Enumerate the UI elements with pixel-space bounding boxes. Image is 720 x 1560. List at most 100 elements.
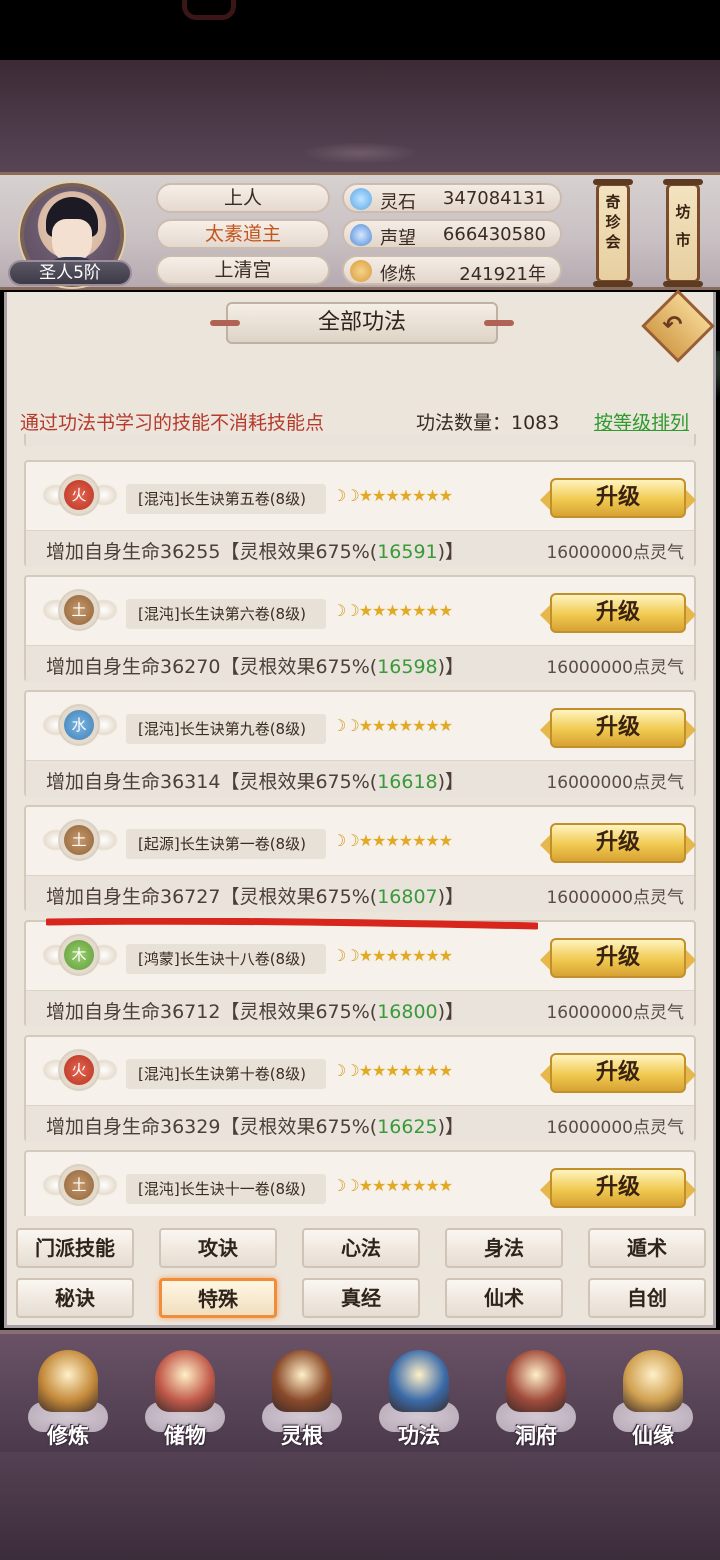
resource-reputation: 声望 666430580 (342, 219, 562, 249)
skill-name: [混沌]长生诀第六卷(8级) (126, 599, 326, 629)
skill-effect: 增加自身生命36314【灵根效果675%(16618)】 (46, 771, 465, 793)
panel-title: 全部功法 (210, 302, 514, 344)
title-pill: 上人 (156, 183, 330, 213)
decorative-mark (182, 0, 236, 20)
nav-item[interactable]: 功法 (369, 1344, 469, 1452)
nav-item[interactable]: 修炼 (18, 1344, 118, 1452)
upgrade-button[interactable]: 升级 (540, 478, 696, 518)
category-tab[interactable]: 心法 (302, 1228, 420, 1268)
upgrade-button[interactable]: 升级 (540, 823, 696, 863)
info-note: 通过功法书学习的技能不消耗技能点 (20, 412, 325, 434)
skill-count: 功法数量：1083 (416, 412, 560, 434)
category-tab[interactable]: 特殊 (159, 1278, 277, 1318)
skill-book-icon (389, 1350, 449, 1412)
element-badge: 火 (64, 480, 94, 510)
wing-decoration (90, 1059, 118, 1081)
sort-by-level-link[interactable]: 按等级排列 (594, 408, 689, 435)
element-badge: 土 (64, 825, 94, 855)
nav-item[interactable]: 仙缘 (603, 1344, 703, 1452)
wing-decoration (90, 829, 118, 851)
category-tab[interactable]: 攻诀 (159, 1228, 277, 1268)
upgrade-button[interactable]: 升级 (540, 593, 696, 633)
skill-name: [混沌]长生诀第十卷(8级) (126, 1059, 326, 1089)
wing-decoration (90, 484, 118, 506)
star-rating: ☽☽★★★★★★★ (332, 601, 453, 620)
upgrade-button[interactable]: 升级 (540, 1168, 696, 1208)
status-bar-area (0, 0, 720, 60)
skill-effect: 增加自身生命36712【灵根效果675%(16800)】 (46, 1001, 465, 1023)
star-rating: ☽☽★★★★★★★ (332, 831, 453, 850)
wing-decoration (90, 944, 118, 966)
element-badge: 水 (64, 710, 94, 740)
category-tab[interactable]: 遁术 (588, 1228, 706, 1268)
resource-cultivation: 修炼 241921年 (342, 255, 562, 285)
skill-card-partial (24, 434, 696, 447)
meditation-monk-icon (38, 1350, 98, 1412)
bottom-nav: 修炼 储物 灵根 功法 洞府 仙缘 (0, 1330, 720, 1452)
nav-label: 功法 (398, 1424, 440, 1448)
rank-badge: 圣人5阶 (8, 260, 132, 286)
skill-card: 火 [混沌]长生诀第五卷(8级) ☽☽★★★★★★★ 升级 增加自身生命36255【灵根… (24, 460, 696, 567)
skill-effect: 增加自身生命36329【灵根效果675%(16625)】 (46, 1116, 465, 1138)
skill-list[interactable]: 火 [混沌]长生诀第五卷(8级) ☽☽★★★★★★★ 升级 增加自身生命36255【灵根… (22, 434, 698, 1216)
upgrade-cost: 16000000点灵气 (546, 773, 684, 793)
meditation-icon (350, 260, 372, 282)
skill-name: [混沌]长生诀十一卷(8级) (126, 1174, 326, 1204)
element-badge: 火 (64, 1055, 94, 1085)
nav-label: 仙缘 (632, 1424, 674, 1448)
upgrade-cost: 16000000点灵气 (546, 543, 684, 563)
wing-decoration (90, 1174, 118, 1196)
cave-mansion-icon (506, 1350, 566, 1412)
star-rating: ☽☽★★★★★★★ (332, 1061, 453, 1080)
app-screen: { "profile": { "rank": "圣人5阶", "title": … (0, 0, 720, 1560)
market-button[interactable]: 坊市 (663, 179, 703, 287)
star-rating: ☽☽★★★★★★★ (332, 1176, 453, 1195)
nav-label: 洞府 (515, 1424, 557, 1448)
star-rating: ☽☽★★★★★★★ (332, 716, 453, 735)
skill-card: 土 [起源]长生诀第一卷(8级) ☽☽★★★★★★★ 升级增加自身生命36727【灵根… (24, 805, 696, 912)
upgrade-cost: 16000000点灵气 (546, 1003, 684, 1023)
nav-label: 灵根 (281, 1424, 323, 1448)
upgrade-button[interactable]: 升级 (540, 938, 696, 978)
element-badge: 土 (64, 595, 94, 625)
nav-label: 储物 (164, 1424, 206, 1448)
nav-item[interactable]: 灵根 (252, 1344, 352, 1452)
category-tab[interactable]: 门派技能 (16, 1228, 134, 1268)
skill-effect: 增加自身生命36255【灵根效果675%(16591)】 (46, 541, 465, 563)
upgrade-cost: 16000000点灵气 (546, 658, 684, 678)
skill-card: 木 [鸿蒙]长生诀十八卷(8级) ☽☽★★★★★★★ 升级增加自身生命36712【灵根… (24, 920, 696, 1027)
skill-name: [混沌]长生诀第五卷(8级) (126, 484, 326, 514)
nav-item[interactable]: 洞府 (486, 1344, 586, 1452)
skill-card: 水 [混沌]长生诀第九卷(8级) ☽☽★★★★★★★ 升级 增加自身生命36314【灵根… (24, 690, 696, 797)
resource-spirit-stone: 灵石 347084131 (342, 183, 562, 213)
category-tabs: 门派技能 攻诀 心法 身法 遁术秘诀 特殊 真经 仙术 自创 (0, 1220, 720, 1328)
skill-card: 火 [混沌]长生诀第十卷(8级) ☽☽★★★★★★★ 升级增加自身生命36329【灵根… (24, 1035, 696, 1142)
skill-card: 土 [混沌]长生诀十一卷(8级) ☽☽★★★★★★★ 升级 (24, 1150, 696, 1216)
category-tab[interactable]: 仙术 (445, 1278, 563, 1318)
skill-effect: 增加自身生命36270【灵根效果675%(16598)】 (46, 656, 465, 678)
upgrade-button[interactable]: 升级 (540, 708, 696, 748)
category-tab[interactable]: 真经 (302, 1278, 420, 1318)
nav-item[interactable]: 储物 (135, 1344, 235, 1452)
skill-name: [鸿蒙]长生诀十八卷(8级) (126, 944, 326, 974)
flame-icon (350, 224, 372, 246)
player-header: 圣人5阶 上人 太素道主 上清宫 灵石 347084131 声望 6664305… (0, 172, 720, 421)
upgrade-cost: 16000000点灵气 (546, 888, 684, 908)
crystal-icon (350, 188, 372, 210)
skill-effect: 增加自身生命36727【灵根效果675%(16807)】 (46, 886, 465, 908)
star-rating: ☽☽★★★★★★★ (332, 946, 453, 965)
element-badge: 木 (64, 940, 94, 970)
sect-pill: 上清宫 (156, 255, 330, 285)
category-tab[interactable]: 身法 (445, 1228, 563, 1268)
gourd-icon (623, 1350, 683, 1412)
treasure-auction-button[interactable]: 奇珍会 (593, 179, 633, 287)
category-tab[interactable]: 自创 (588, 1278, 706, 1318)
nav-label: 修炼 (47, 1424, 89, 1448)
upgrade-cost: 16000000点灵气 (546, 1118, 684, 1138)
upgrade-button[interactable]: 升级 (540, 1053, 696, 1093)
skill-name: [起源]长生诀第一卷(8级) (126, 829, 326, 859)
scene-background (0, 60, 720, 172)
bottom-area (0, 1452, 720, 1560)
element-badge: 土 (64, 1170, 94, 1200)
category-tab[interactable]: 秘诀 (16, 1278, 134, 1318)
